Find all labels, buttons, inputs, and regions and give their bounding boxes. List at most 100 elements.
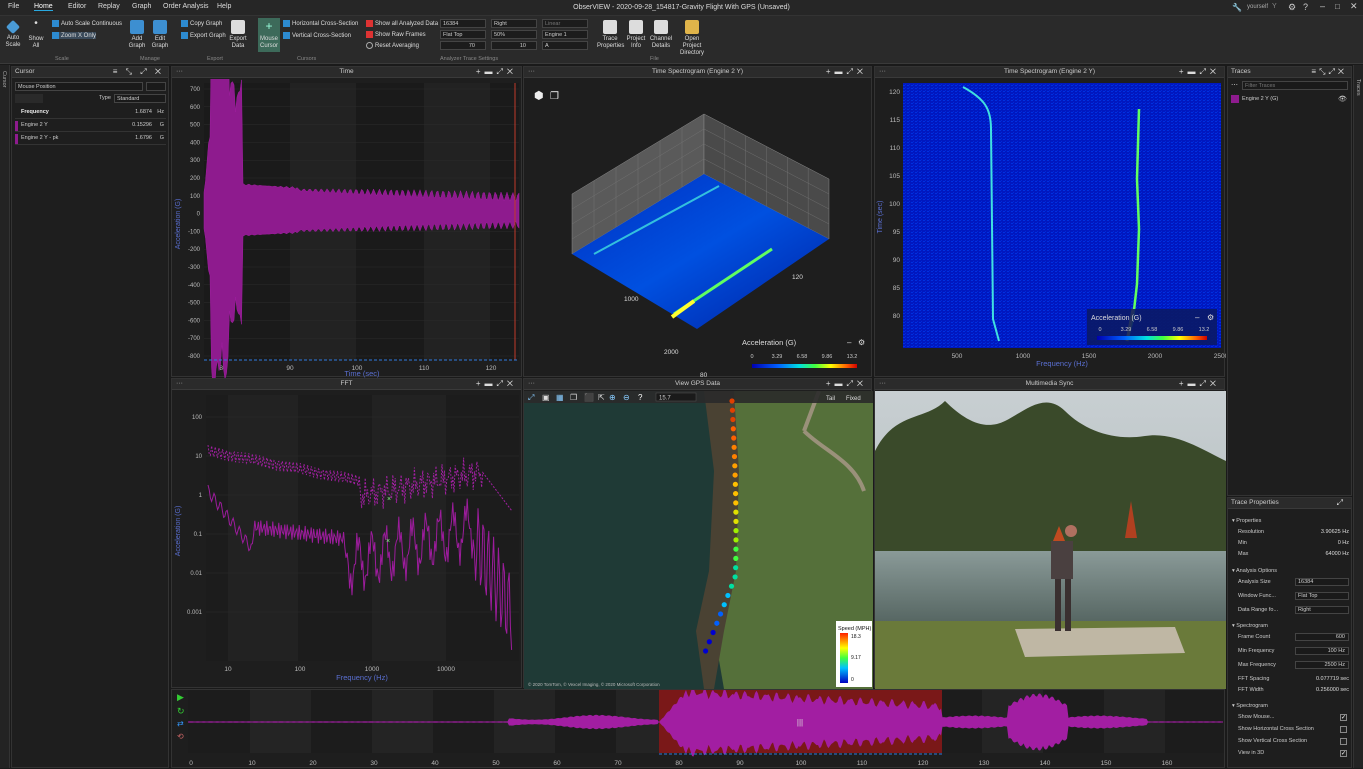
gps-track-point[interactable]: [733, 518, 739, 524]
expand-icon[interactable]: ⤢: [1337, 498, 1347, 508]
gps-track-point[interactable]: [732, 472, 738, 478]
gps-track-point[interactable]: [730, 426, 736, 432]
selection-grip-icon[interactable]: |||: [797, 718, 803, 727]
show-mouse-checkbox[interactable]: ✓: [1340, 714, 1347, 721]
gps-track-point[interactable]: [702, 648, 709, 654]
legend-minimize-icon[interactable]: –: [847, 338, 852, 347]
legend-gear-icon[interactable]: ⚙: [1207, 313, 1214, 322]
filter-menu-icon[interactable]: ⋯: [1231, 81, 1238, 89]
show-raw-frames-toggle[interactable]: Show Raw Frames: [366, 31, 426, 38]
zoom-in-icon[interactable]: ⊕: [609, 393, 616, 402]
linear-select[interactable]: Linear: [542, 19, 588, 28]
edit-graph-button[interactable]: Edit Graph: [151, 20, 169, 50]
type-select[interactable]: Standard: [114, 94, 166, 103]
threshold-input[interactable]: 70: [440, 41, 486, 50]
auto-scale-button[interactable]: Auto Scale: [4, 19, 22, 49]
gps-track-point[interactable]: [733, 555, 739, 562]
range-select[interactable]: Right: [1295, 606, 1349, 614]
add-graph-button[interactable]: Add Graph: [128, 20, 146, 50]
spectro2d-chart[interactable]: 12011511010510095908580500 1000 1500 2000 25…: [875, 79, 1226, 378]
trace-properties-button[interactable]: Trace Properties: [597, 20, 624, 50]
spectrogram-section[interactable]: ▾ Spectrogram: [1232, 623, 1268, 629]
panel-controls[interactable]: +▬⤢✕: [476, 379, 517, 389]
fullscreen-icon[interactable]: ⤢: [527, 393, 534, 402]
cursor-color-swatch[interactable]: [15, 94, 43, 103]
export-graph-button[interactable]: Export Graph: [181, 32, 226, 39]
loop-icon[interactable]: ↻: [177, 706, 185, 717]
panel-controls[interactable]: +▬⤢✕: [1179, 379, 1220, 389]
gps-track-point[interactable]: [731, 435, 737, 441]
panel-controls[interactable]: +▬⤢✕: [1179, 67, 1220, 77]
axis-select[interactable]: A: [542, 41, 588, 50]
fft-chart[interactable]: 100 10 1 0.1 0.01 0.001 10 100 1000 10000 × × Acc…: [172, 391, 523, 689]
engine-select[interactable]: Engine 1: [542, 30, 588, 39]
time-chart[interactable]: 700 600 500 400 300 200 100 0 -100 -200 -300 -400 -5…: [172, 79, 523, 378]
copy-icon[interactable]: ❐: [570, 393, 577, 402]
window-select[interactable]: Flat Top: [1295, 592, 1349, 600]
copy-graph-button[interactable]: Copy Graph: [181, 20, 222, 27]
gps-track-point[interactable]: [706, 639, 712, 645]
panel-menu-icon[interactable]: ···: [176, 67, 183, 76]
project-info-button[interactable]: Project Info: [625, 20, 647, 50]
window-select[interactable]: Flat Top: [440, 30, 486, 39]
legend-gear-icon[interactable]: ⚙: [858, 338, 865, 347]
gps-track-point[interactable]: [733, 537, 739, 543]
overlap-select[interactable]: 50%: [491, 30, 537, 39]
save-icon[interactable]: ▣: [542, 393, 550, 402]
gps-track-point[interactable]: [733, 528, 739, 534]
show-all-analyzed-toggle[interactable]: Show all Analyzed Data: [366, 20, 438, 27]
panel-controls[interactable]: ≡ ⤡ ⤢ ✕: [113, 67, 164, 77]
gps-track-point[interactable]: [731, 444, 737, 450]
gps-track-point[interactable]: [733, 509, 739, 515]
maximize-icon[interactable]: □: [1335, 2, 1340, 11]
analysis-options-section[interactable]: ▾ Analysis Options: [1232, 568, 1277, 574]
gps-track-point[interactable]: [733, 546, 739, 552]
panel-controls[interactable]: +▬⤢✕: [476, 67, 517, 77]
gps-track-point[interactable]: [717, 611, 724, 617]
cursor-mode-select[interactable]: Mouse Position: [15, 82, 143, 91]
open-project-directory-button[interactable]: Open Project Directory: [675, 20, 709, 57]
trace-name[interactable]: Engine 2 Y (G): [1242, 96, 1278, 102]
max-frequency-input[interactable]: 2500 Hz: [1295, 661, 1349, 669]
video-frame[interactable]: [875, 391, 1226, 689]
panel-controls[interactable]: +▬⤢✕: [826, 67, 867, 77]
frame-count-input[interactable]: 600: [1295, 633, 1349, 641]
mouse-cursor-button[interactable]: + Mouse Cursor: [258, 18, 280, 52]
gps-track-point[interactable]: [725, 592, 731, 599]
gps-track-point[interactable]: [731, 453, 738, 460]
panel-menu-icon[interactable]: ···: [176, 379, 183, 388]
help-icon[interactable]: ?: [638, 393, 643, 402]
pin-icon[interactable]: 🔧: [1232, 3, 1242, 12]
eye-icon[interactable]: 👁: [1338, 95, 1347, 103]
panel-menu-icon[interactable]: ···: [528, 67, 535, 76]
channel-details-button[interactable]: Channel Details: [649, 20, 673, 50]
cursor-mode-options[interactable]: [146, 82, 166, 91]
layers-icon[interactable]: ▦: [556, 393, 564, 402]
gps-track-point[interactable]: [732, 490, 739, 497]
gps-track-point[interactable]: [732, 481, 738, 487]
cursor-side-tab[interactable]: Cursor: [1, 71, 7, 88]
cursor-marker-1[interactable]: ×: [387, 496, 391, 503]
spectrogram-display-section[interactable]: ▾ Spectrogram: [1232, 703, 1268, 709]
cursor-row[interactable]: Frequency 1.6874 Hz: [15, 107, 166, 119]
cursor-marker-2[interactable]: ×: [386, 538, 390, 545]
gps-track-point[interactable]: [721, 602, 727, 608]
analysis-size-select[interactable]: 16384: [440, 19, 486, 28]
gps-track-point[interactable]: [730, 416, 736, 423]
averages-input[interactable]: 10: [491, 41, 537, 50]
analysis-size-select[interactable]: 16384: [1295, 578, 1349, 586]
play-icon[interactable]: ▶: [177, 692, 184, 703]
show-vcs-checkbox[interactable]: [1340, 738, 1347, 745]
gps-track-point[interactable]: [732, 574, 738, 580]
zoom-out-icon[interactable]: ⊖: [623, 393, 630, 402]
show-all-button[interactable]: • Show All: [28, 19, 44, 50]
pan-icon[interactable]: ⇱: [598, 393, 605, 402]
spectro3d-chart[interactable]: ⬢ ❐ 1000 2000 120 80 Acceleration (G) – …: [524, 79, 873, 378]
sync-icon[interactable]: ⇄: [177, 719, 184, 728]
cursor-row[interactable]: Engine 2 Y 0.15296 G: [15, 120, 166, 132]
close-icon[interactable]: ✕: [1350, 1, 1358, 12]
fixed-toggle-label[interactable]: Fixed: [846, 396, 861, 402]
legend-minimize-icon[interactable]: –: [1195, 313, 1200, 322]
zoom-x-only-toggle[interactable]: Zoom X Only: [52, 32, 97, 40]
filter-traces-input[interactable]: Filter Traces: [1242, 81, 1348, 90]
